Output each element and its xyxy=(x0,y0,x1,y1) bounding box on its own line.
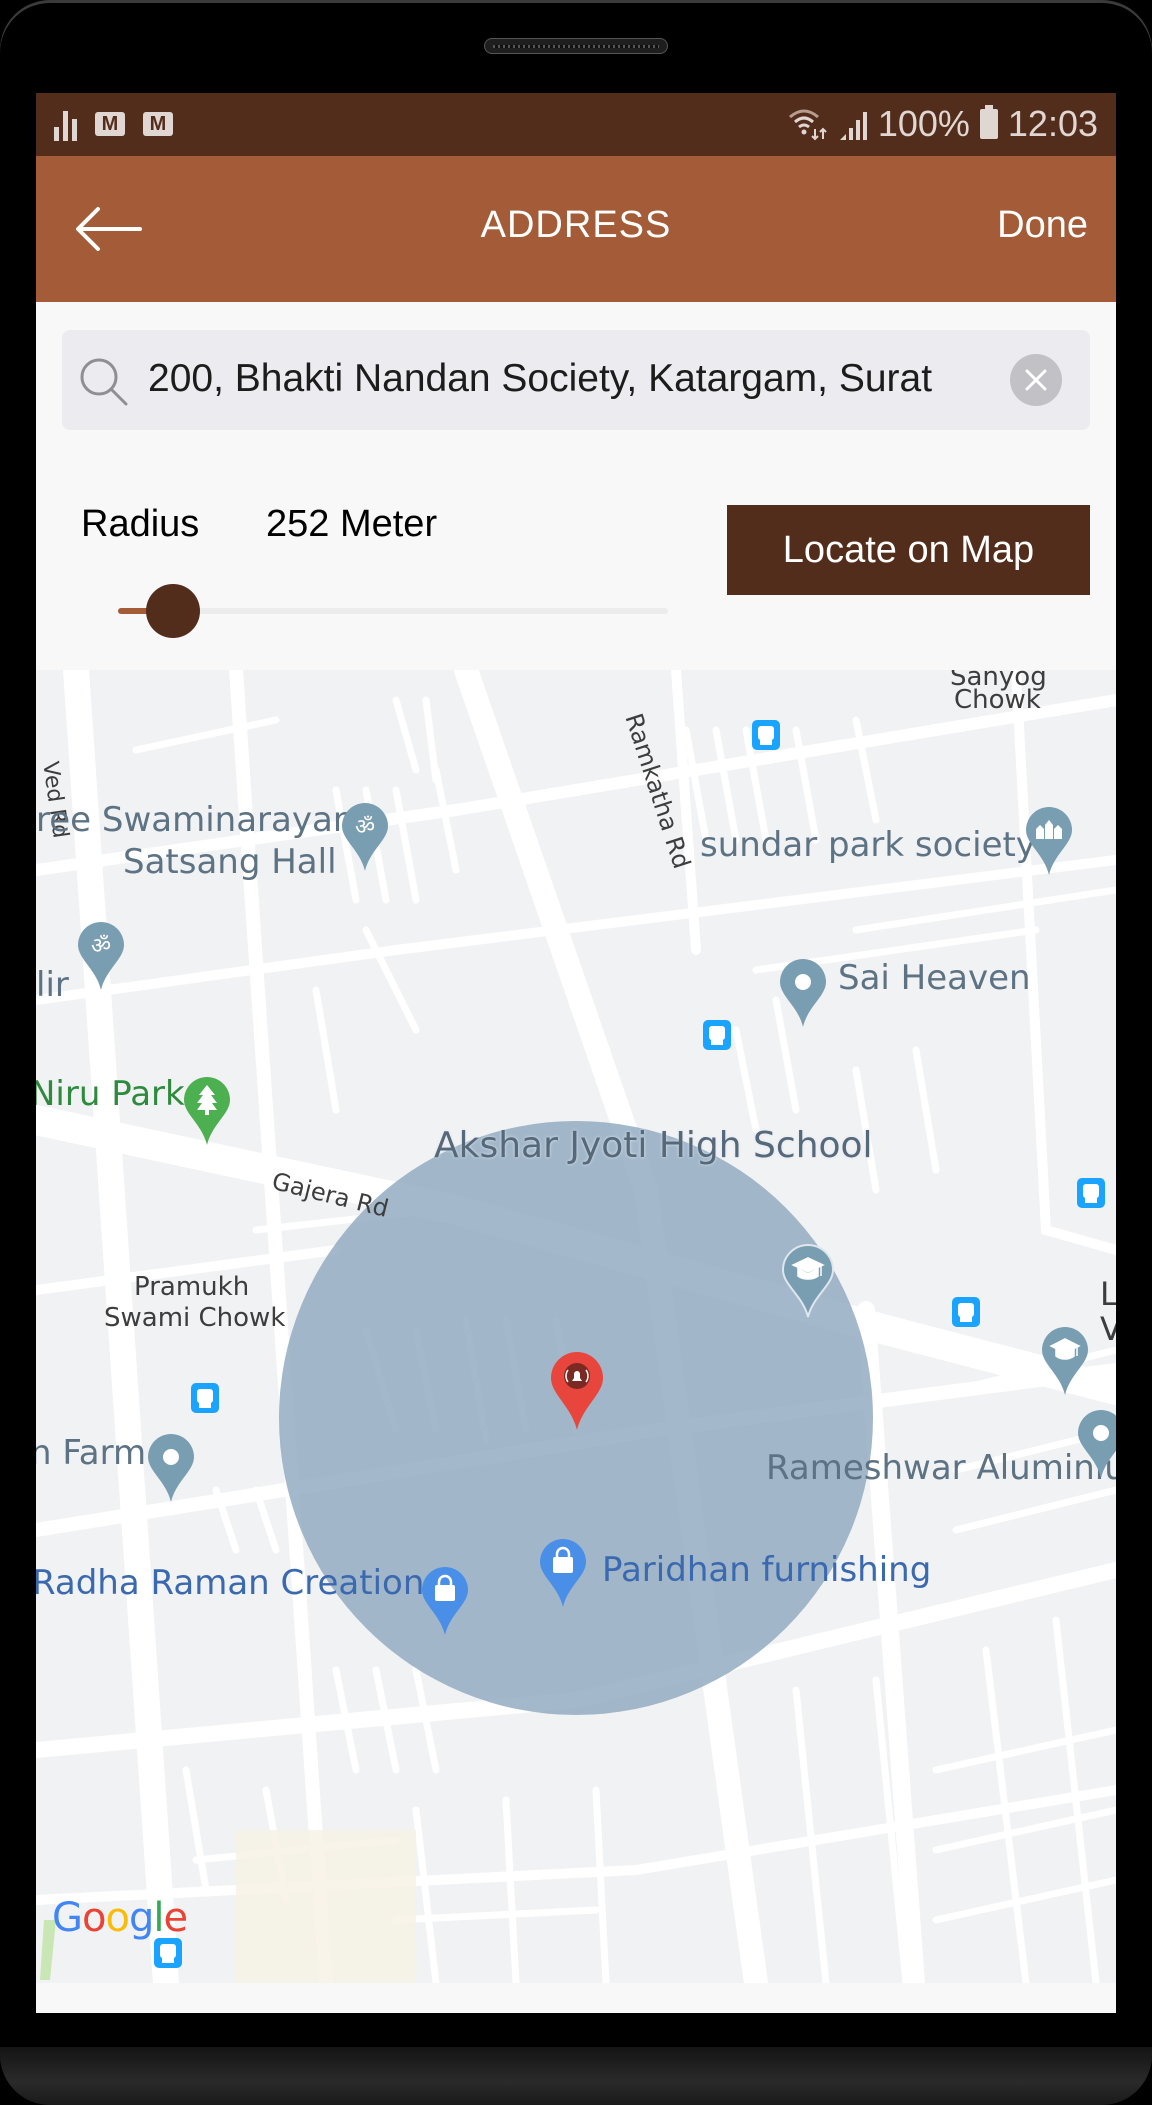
selected-location-pin-icon[interactable] xyxy=(549,1350,605,1432)
page-title: ADDRESS xyxy=(480,204,672,246)
place-label: n Farm xyxy=(36,1433,147,1473)
place-label: Chowk xyxy=(954,685,1041,715)
svg-text:ॐ: ॐ xyxy=(91,934,111,959)
radius-value: 252 Meter xyxy=(266,503,438,545)
place-label: Satsang Hall xyxy=(123,842,337,882)
bus-stop-icon[interactable] xyxy=(154,1938,182,1968)
gmail-icon xyxy=(95,112,125,136)
search-icon xyxy=(80,358,128,406)
status-bar: 100% 12:03 xyxy=(36,93,1116,156)
bus-stop-icon[interactable] xyxy=(752,720,780,750)
place-pin-icon[interactable] xyxy=(1076,1408,1116,1480)
bus-stop-icon[interactable] xyxy=(1077,1178,1105,1208)
place-label: Paridhan furnishing xyxy=(602,1550,932,1590)
clear-search-button[interactable] xyxy=(1010,354,1062,406)
radius-label: Radius xyxy=(81,503,200,545)
shopping-pin-icon[interactable] xyxy=(420,1565,470,1637)
place-label: Rameshwar Aluminiur xyxy=(766,1448,1116,1488)
close-icon xyxy=(1025,369,1047,391)
done-button[interactable]: Done xyxy=(997,204,1088,247)
bottom-strip xyxy=(36,1983,1116,2013)
place-label: Pramukh xyxy=(134,1272,250,1302)
signal-stats-icon xyxy=(54,107,77,141)
school-pin-icon[interactable] xyxy=(1040,1325,1090,1397)
address-search-field[interactable]: 200, Bhakti Nandan Society, Katargam, Su… xyxy=(62,330,1090,430)
place-label: Niru Park xyxy=(36,1074,185,1114)
map-view[interactable]: Ved Rd Ramkatha Rd Gajera Rd Sanyog Chow… xyxy=(36,670,1116,1983)
speaker-grille xyxy=(484,38,668,54)
slider-track xyxy=(118,608,668,614)
temple-pin-icon[interactable]: ॐ xyxy=(340,801,390,873)
place-label: Swami Chowk xyxy=(104,1303,286,1333)
place-label: Radha Raman Creations xyxy=(36,1563,443,1603)
landuse-commercial xyxy=(236,1830,416,1983)
phone-bottom-bezel xyxy=(0,2047,1152,2105)
svg-text:ॐ: ॐ xyxy=(355,815,375,840)
slider-thumb[interactable] xyxy=(146,584,200,638)
place-label: Akshar Jyoti High School xyxy=(434,1125,873,1166)
place-label: Sai Heaven xyxy=(838,958,1031,998)
status-right: 100% 12:03 xyxy=(788,103,1098,145)
bus-stop-icon[interactable] xyxy=(191,1383,219,1413)
place-label: ree Swaminarayan xyxy=(36,800,355,840)
locate-on-map-button[interactable]: Locate on Map xyxy=(727,505,1090,595)
bus-stop-icon[interactable] xyxy=(952,1297,980,1327)
place-pin-icon[interactable] xyxy=(146,1432,196,1504)
status-time: 12:03 xyxy=(1007,103,1098,144)
battery-icon xyxy=(979,105,998,139)
park-pin-icon[interactable] xyxy=(182,1075,232,1147)
wifi-icon xyxy=(788,109,827,141)
status-left-icons xyxy=(54,107,173,141)
phone-screen: 100% 12:03 ADDRESS Done 200, Bhakti Nand… xyxy=(36,93,1116,2013)
google-logo: Google xyxy=(52,1895,188,1941)
place-pin-icon[interactable] xyxy=(778,957,828,1029)
gmail-icon xyxy=(143,112,173,136)
battery-percent: 100% xyxy=(877,103,970,144)
place-label: L xyxy=(1100,1275,1116,1313)
radius-slider[interactable] xyxy=(118,584,668,638)
search-input[interactable]: 200, Bhakti Nandan Society, Katargam, Su… xyxy=(148,352,978,406)
shopping-pin-icon[interactable] xyxy=(538,1537,588,1609)
place-label: lir xyxy=(36,965,69,1005)
cellular-signal-icon xyxy=(839,112,867,140)
place-label: sundar park society xyxy=(700,825,1036,865)
residential-pin-icon[interactable] xyxy=(1024,805,1074,877)
temple-pin-icon[interactable]: ॐ xyxy=(76,920,126,992)
place-label: V xyxy=(1100,1310,1116,1348)
bus-stop-icon[interactable] xyxy=(703,1020,731,1050)
school-pin-icon[interactable] xyxy=(781,1243,835,1319)
app-bar: ADDRESS Done xyxy=(36,156,1116,302)
